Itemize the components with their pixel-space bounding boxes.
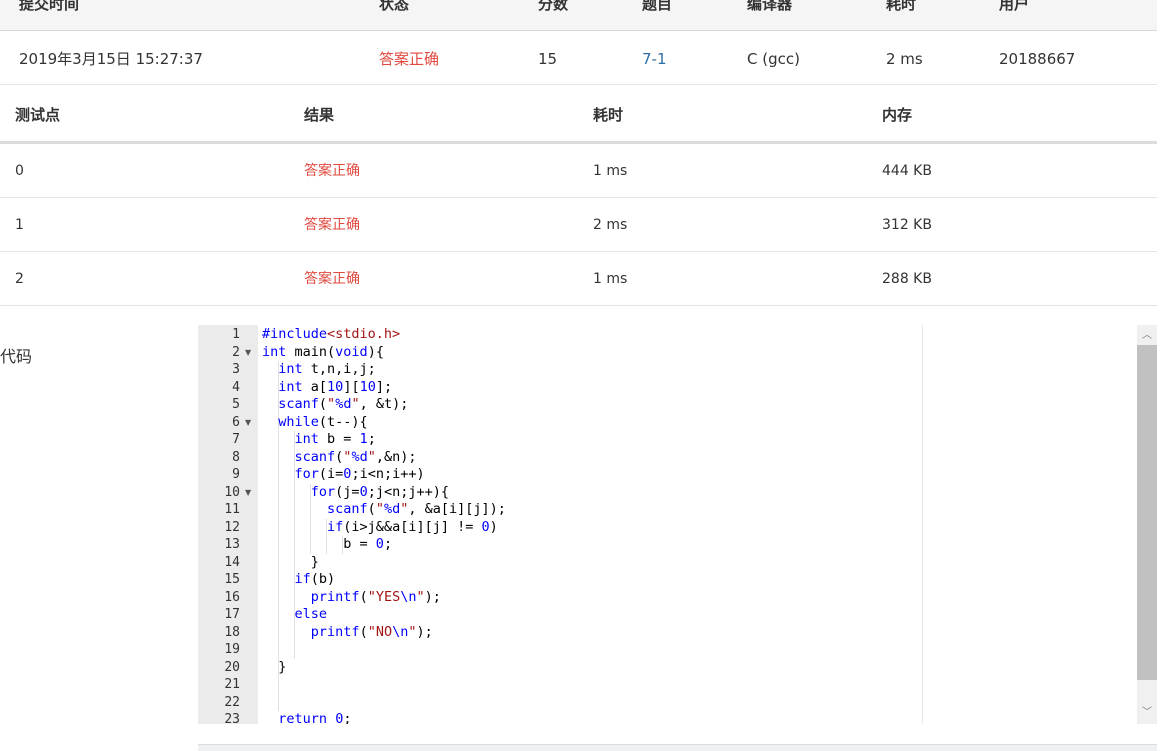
table-row: 0 答案正确 1 ms 444 KB (0, 144, 1157, 198)
line-number-gutter: 1 2 ▼ 3 4 5 6 ▼ 7 8 9 10 ▼ 11 12 13 14 1… (198, 325, 258, 724)
chevron-up-icon[interactable]: ︿ (1137, 327, 1157, 345)
line-number: 7 (232, 432, 240, 447)
line-number: 17 (224, 607, 240, 622)
code-line: #include<stdio.h> (262, 326, 401, 342)
testcase-id: 2 (15, 271, 24, 287)
line-number: 2 (232, 344, 240, 360)
header-status: 状态 (379, 0, 410, 13)
line-number: 3 (232, 362, 240, 377)
code-line: b = 0; (262, 536, 393, 552)
line-number: 8 (232, 449, 240, 465)
code-line: scanf("%d",&n); (294, 448, 417, 465)
code-line: return 0; (278, 711, 352, 724)
code-line: while(t--){ (278, 413, 368, 430)
testcase-memory: 312 KB (882, 217, 932, 233)
header-duration: 耗时 (886, 0, 917, 13)
line-number: 10 (224, 484, 240, 500)
line-number: 20 (224, 659, 240, 675)
header-score: 分数 (538, 0, 569, 13)
table-row: 2 答案正确 1 ms 288 KB (0, 252, 1157, 306)
code-line: printf("YES\n"); (310, 588, 441, 605)
line-number: 22 (224, 694, 240, 710)
code-line: printf("NO\n"); (310, 623, 433, 640)
problem-link[interactable]: 7-1 (642, 49, 667, 69)
code-line: int t,n,i,j; (278, 361, 376, 377)
code-line: } (262, 658, 287, 675)
testcase-result: 答案正确 (304, 163, 360, 179)
code-line: else (294, 606, 328, 622)
chevron-down-icon[interactable]: ﹀ (1137, 704, 1157, 722)
line-number: 6 (232, 414, 240, 430)
line-number: 15 (224, 572, 240, 587)
code-line: int b = 1; (294, 431, 376, 447)
code-line: for(j=0;j<n;j++){ (310, 483, 449, 500)
triangle-down-icon[interactable]: ▼ (245, 484, 251, 502)
line-number: 18 (224, 624, 240, 640)
testcase-time: 1 ms (593, 271, 628, 287)
code-line: if(b) (294, 571, 336, 587)
testcase-result: 答案正确 (304, 271, 360, 287)
triangle-down-icon[interactable]: ▼ (245, 414, 251, 432)
triangle-down-icon[interactable]: ▼ (245, 344, 251, 362)
code-line: scanf("%d", &t); (278, 396, 409, 412)
header-problem: 题目 (642, 0, 673, 13)
header-user: 用户 (999, 0, 1030, 13)
scrollbar-thumb[interactable] (1137, 345, 1157, 680)
code-label: 代码 (0, 347, 33, 366)
header-result: 结果 (304, 106, 335, 124)
line-number: 11 (224, 502, 240, 517)
header-submit-time: 提交时间 (19, 0, 80, 13)
header-memory: 内存 (882, 106, 913, 124)
header-compiler: 编译器 (747, 0, 793, 13)
testcase-time: 1 ms (593, 163, 628, 179)
status-badge: 答案正确 (379, 50, 440, 68)
line-number: 4 (232, 379, 240, 395)
submission-row: 2019年3月15日 15:27:37 答案正确 15 7-1 C (gcc) … (0, 31, 1157, 85)
line-number: 14 (224, 554, 240, 570)
testcase-memory: 288 KB (882, 271, 932, 287)
code-line: } (262, 553, 319, 570)
user-value: 20188667 (999, 50, 1076, 68)
code-line: int main(void){ (262, 343, 384, 360)
header-testcase: 测试点 (15, 106, 61, 124)
table-row: 1 答案正确 2 ms 312 KB (0, 198, 1157, 252)
testcase-id: 1 (15, 217, 24, 233)
code-line: scanf("%d", &a[i][j]); (327, 501, 506, 517)
testcase-id: 0 (15, 163, 24, 179)
testcase-memory: 444 KB (882, 163, 932, 179)
line-number: 9 (232, 467, 240, 482)
code-scrollbar[interactable]: ︿ ﹀ (1137, 325, 1157, 724)
duration-value: 2 ms (886, 50, 923, 68)
testcase-time: 2 ms (593, 217, 628, 233)
header-tc-time: 耗时 (593, 106, 624, 124)
line-number: 5 (232, 397, 240, 412)
code-line: int a[10][10]; (278, 378, 393, 395)
line-number: 23 (224, 712, 240, 724)
line-number: 16 (224, 589, 240, 605)
code-line: for(i=0;i<n;i++) (294, 466, 425, 482)
line-number: 19 (224, 642, 240, 657)
score-value: 15 (538, 50, 558, 68)
print-margin (922, 325, 923, 724)
line-number: 13 (224, 537, 240, 552)
code-editor[interactable]: 1 2 ▼ 3 4 5 6 ▼ 7 8 9 10 ▼ 11 12 13 14 1… (198, 325, 1157, 724)
editor-bottom-bar (198, 744, 1157, 751)
compiler-value: C (gcc) (747, 50, 800, 68)
code-line: if(i>j&&a[i][j] != 0) (327, 518, 498, 535)
testcase-result: 答案正确 (304, 217, 360, 233)
line-number: 21 (224, 677, 240, 692)
submission-table-header: 提交时间 状态 分数 题目 编译器 耗时 用户 (0, 0, 1157, 31)
line-number: 1 (232, 327, 240, 342)
submit-time: 2019年3月15日 15:27:37 (19, 50, 203, 68)
testcase-table-header: 测试点 结果 耗时 内存 (0, 85, 1157, 144)
line-number: 12 (224, 519, 240, 535)
